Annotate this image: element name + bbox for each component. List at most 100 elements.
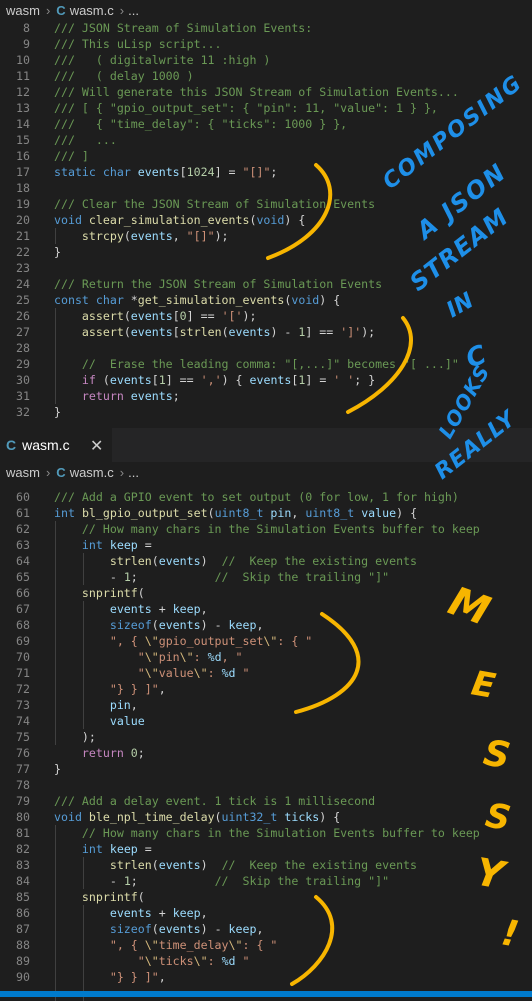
code-line[interactable]: 15 /// ... xyxy=(0,132,532,148)
code-line[interactable]: 68 sizeof(events) - keep, xyxy=(0,617,532,633)
tab-label: wasm.c xyxy=(22,437,70,453)
code-line[interactable]: 81 // How many chars in the Simulation E… xyxy=(0,825,532,841)
code-line[interactable]: 64 strlen(events) // Keep the existing e… xyxy=(0,553,532,569)
code-line[interactable]: 61 int bl_gpio_output_set(uint8_t pin, ui… xyxy=(0,505,532,521)
code-line[interactable]: 89 "\"ticks\": %d " xyxy=(0,953,532,969)
line-number: 8 xyxy=(23,21,30,35)
code-text: /// { "time_delay": { "ticks": 1000 } }, xyxy=(54,116,347,132)
code-line[interactable]: 13 /// [ { "gpio_output_set": { "pin": 11… xyxy=(0,100,532,116)
code-line[interactable]: 28 xyxy=(0,340,532,356)
code-line[interactable]: 21 strcpy(events, "[]"); xyxy=(0,228,532,244)
code-line[interactable]: 22} xyxy=(0,244,532,260)
code-line[interactable]: 66 snprintf( xyxy=(0,585,532,601)
code-line[interactable]: 24 /// Return the JSON Stream of Simulati… xyxy=(0,276,532,292)
code-text: "} } ]", xyxy=(54,681,166,697)
code-line[interactable]: 10 /// ( digitalwrite 11 :high ) xyxy=(0,52,532,68)
tab-wasm-c[interactable]: C wasm.c ✕ xyxy=(0,428,112,462)
breadcrumb-more[interactable]: ... xyxy=(128,465,139,480)
code-token: ',' xyxy=(200,373,222,387)
code-token: ( xyxy=(151,922,159,936)
code-line[interactable]: 90 "} } ]", xyxy=(0,969,532,985)
editor-pane-bottom[interactable]: 60 /// Add a GPIO event to set output (0 … xyxy=(0,489,532,1001)
code-line[interactable]: 14 /// { "time_delay": { "ticks": 1000 } … xyxy=(0,116,532,132)
code-token: ( xyxy=(123,325,131,339)
code-token: events xyxy=(109,602,152,616)
line-number: 60 xyxy=(16,490,30,504)
code-token: events xyxy=(130,389,173,403)
breadcrumb-file[interactable]: wasm.c xyxy=(70,3,114,18)
code-line[interactable]: 75 ); xyxy=(0,729,532,745)
code-line[interactable]: 86 events + keep, xyxy=(0,905,532,921)
code-line[interactable]: 32} xyxy=(0,404,532,420)
code-line[interactable]: 17 static char events[1024] = "[]"; xyxy=(0,164,532,180)
code-line[interactable]: 77} xyxy=(0,761,532,777)
code-text: - 1; // Skip the trailing "]" xyxy=(54,873,389,889)
code-token: void xyxy=(54,810,82,824)
code-line[interactable]: 26 assert(events[0] == '['); xyxy=(0,308,532,324)
code-token: uint32_t xyxy=(221,810,278,824)
code-line[interactable]: 12 /// Will generate this JSON Stream of … xyxy=(0,84,532,100)
line-number: 14 xyxy=(16,117,30,131)
code-token: events xyxy=(109,373,152,387)
code-line[interactable]: 72 "} } ]", xyxy=(0,681,532,697)
code-line[interactable]: 23 xyxy=(0,260,532,276)
breadcrumb-file[interactable]: wasm.c xyxy=(70,465,114,480)
code-line[interactable]: 70 "\"pin\": %d, " xyxy=(0,649,532,665)
line-number: 74 xyxy=(16,714,30,728)
code-line[interactable]: 78 xyxy=(0,777,532,793)
code-line[interactable]: 9 /// This uLisp script... xyxy=(0,36,532,52)
code-line[interactable]: 83 strlen(events) // Keep the existing e… xyxy=(0,857,532,873)
code-line[interactable]: 74 value xyxy=(0,713,532,729)
code-token: events xyxy=(249,373,292,387)
code-line[interactable]: 27 assert(events[strlen(events) - 1] == … xyxy=(0,324,532,340)
breadcrumb-more[interactable]: ... xyxy=(128,3,139,18)
code-line[interactable]: 18 xyxy=(0,180,532,196)
code-token: ) { xyxy=(319,810,341,824)
code-line[interactable]: 76 return 0; xyxy=(0,745,532,761)
code-line[interactable]: 85 snprintf( xyxy=(0,889,532,905)
code-line[interactable]: 31 return events; xyxy=(0,388,532,404)
code-line[interactable]: 62 // How many chars in the Simulation E… xyxy=(0,521,532,537)
close-icon[interactable]: ✕ xyxy=(90,436,103,456)
code-line[interactable]: 29 // Erase the leading comma: "[,...]" … xyxy=(0,356,532,372)
code-line[interactable]: 80 void ble_npl_time_delay(uint32_t ticks… xyxy=(0,809,532,825)
code-line[interactable]: 20 void clear_simulation_events(void) { xyxy=(0,212,532,228)
code-line[interactable]: 65 - 1; // Skip the trailing "]" xyxy=(0,569,532,585)
code-token: static xyxy=(54,165,96,179)
code-line[interactable]: 19 /// Clear the JSON Stream of Simulatio… xyxy=(0,196,532,212)
code-token: : { " xyxy=(277,634,313,648)
line-number: 20 xyxy=(16,213,30,227)
code-line[interactable]: 71 "\"value\": %d " xyxy=(0,665,532,681)
code-line[interactable]: 30 if (events[1] == ',') { events[1] = '… xyxy=(0,372,532,388)
code-line[interactable]: 87 sizeof(events) - keep, xyxy=(0,921,532,937)
code-token: \" xyxy=(193,954,208,968)
code-line[interactable]: 84 - 1; // Skip the trailing "]" xyxy=(0,873,532,889)
line-number: 32 xyxy=(16,405,30,419)
editor-pane-top[interactable]: 8 /// JSON Stream of Simulation Events: 9 /… xyxy=(0,20,532,428)
breadcrumb-folder[interactable]: wasm xyxy=(6,465,40,480)
code-line[interactable]: 82 int keep = xyxy=(0,841,532,857)
line-number: 90 xyxy=(16,970,30,984)
code-token: /// Will generate this JSON Stream of Si… xyxy=(54,85,459,99)
line-number: 16 xyxy=(16,149,30,163)
code-line[interactable]: 60 /// Add a GPIO event to set output (0 … xyxy=(0,489,532,505)
code-text: /// [ { "gpio_output_set": { "pin": 11, … xyxy=(54,100,438,116)
code-token: /// JSON Stream of Simulation Events: xyxy=(54,21,313,35)
code-token: int xyxy=(54,506,75,520)
code-line[interactable]: 88 ", { \"time_delay\": { " xyxy=(0,937,532,953)
code-line[interactable]: 25 const char *get_simulation_events(void… xyxy=(0,292,532,308)
code-text: /// ] xyxy=(54,148,89,164)
code-line[interactable]: 11 /// ( delay 1000 ) xyxy=(0,68,532,84)
code-token: // Erase the leading comma: "[,...]" bec… xyxy=(81,357,459,371)
breadcrumb-folder[interactable]: wasm xyxy=(6,3,40,18)
code-line[interactable]: 73 pin, xyxy=(0,697,532,713)
code-line[interactable]: 79 /// Add a delay event. 1 tick is 1 mil… xyxy=(0,793,532,809)
code-line[interactable]: 63 int keep = xyxy=(0,537,532,553)
code-line[interactable]: 8 /// JSON Stream of Simulation Events: xyxy=(0,20,532,36)
code-line[interactable]: 16 /// ] xyxy=(0,148,532,164)
code-line[interactable]: 69 ", { \"gpio_output_set\": { " xyxy=(0,633,532,649)
code-token: , xyxy=(172,229,187,243)
code-line[interactable]: 67 events + keep, xyxy=(0,601,532,617)
